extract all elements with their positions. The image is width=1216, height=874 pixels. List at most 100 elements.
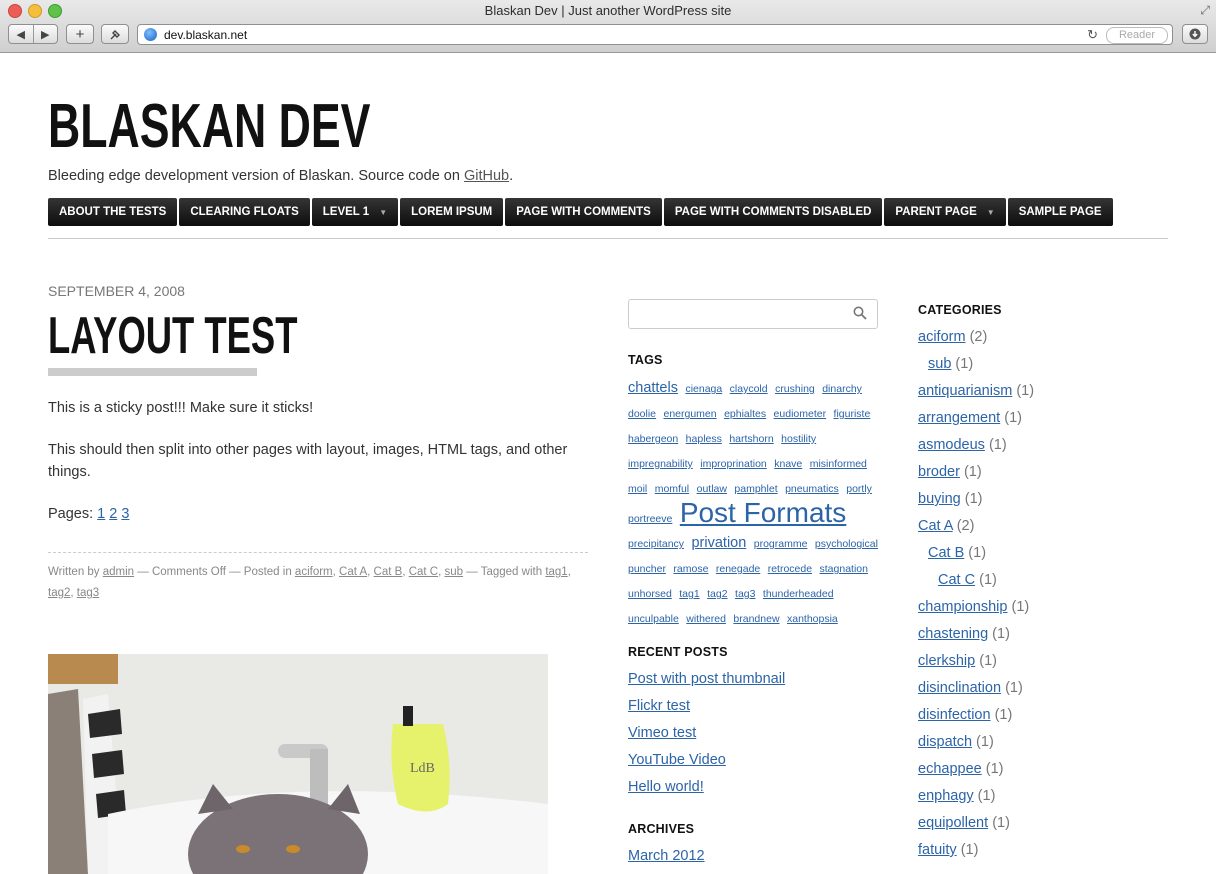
tag-cloud-link[interactable]: tag2 (707, 588, 727, 600)
tag-cloud-link[interactable]: figuriste (834, 408, 871, 420)
tag-cloud-link[interactable]: ramose (673, 563, 708, 575)
menu-item[interactable]: PARENT PAGE ▼ (884, 198, 1006, 226)
tag-cloud-link[interactable]: pneumatics (785, 483, 839, 495)
tag-cloud-link[interactable]: outlaw (697, 483, 727, 495)
category-link[interactable]: disinclination (918, 680, 1001, 696)
menu-item[interactable]: PAGE WITH COMMENTS (505, 198, 662, 226)
site-title[interactable]: BLASKAN DEV (48, 92, 370, 162)
category-link[interactable]: Cat B (928, 545, 964, 561)
category-link[interactable]: clerkship (918, 653, 975, 669)
menu-item[interactable]: LEVEL 1 ▼ (311, 198, 399, 226)
category-link[interactable]: enphagy (918, 788, 974, 804)
back-icon[interactable]: ◀ (9, 25, 34, 43)
menu-item[interactable]: ABOUT THE TESTS (48, 198, 178, 226)
tag-cloud-link[interactable]: doolie (628, 408, 656, 420)
search-icon[interactable] (853, 306, 867, 320)
post-title[interactable]: LAYOUT TEST (48, 306, 297, 366)
reader-button[interactable]: Reader (1106, 27, 1168, 44)
tag-cloud-link[interactable]: hartshorn (729, 433, 773, 445)
menu-item[interactable]: CLEARING FLOATS (179, 198, 310, 226)
forward-icon[interactable]: ▶ (34, 25, 58, 43)
tag-cloud-link[interactable]: thunderheaded (763, 588, 834, 600)
resize-icon[interactable]: ⤢ (1200, 3, 1210, 18)
recent-post-link[interactable]: Flickr test (628, 698, 690, 714)
category-link[interactable]: sub (445, 566, 464, 578)
tag-cloud-link[interactable]: withered (686, 613, 726, 625)
tag-link[interactable]: tag1 (545, 566, 567, 578)
tag-cloud-link[interactable]: precipitancy (628, 538, 684, 550)
address-bar[interactable]: dev.blaskan.net ↻ Reader (137, 24, 1173, 45)
category-link[interactable]: aciform (918, 329, 966, 345)
tag-cloud-link[interactable]: unculpable (628, 613, 679, 625)
tag-cloud-link[interactable]: energumen (663, 408, 716, 420)
page-link[interactable]: 1 (97, 506, 105, 522)
category-link[interactable]: aciform (295, 566, 333, 578)
tag-cloud-link[interactable]: brandnew (733, 613, 779, 625)
tag-link[interactable]: tag3 (77, 587, 99, 599)
page-link[interactable]: 3 (121, 506, 129, 522)
tag-cloud-link[interactable]: puncher (628, 563, 666, 575)
reload-icon[interactable]: ↻ (1087, 27, 1098, 43)
tag-cloud-link[interactable]: chattels (628, 380, 678, 396)
tag-cloud-link[interactable]: improprination (700, 458, 767, 470)
category-link[interactable]: equipollent (918, 815, 988, 831)
category-link[interactable]: Cat C (938, 572, 975, 588)
tag-cloud-link[interactable]: privation (691, 535, 746, 551)
category-link[interactable]: sub (928, 356, 951, 372)
menu-item-label: PARENT PAGE (895, 206, 977, 218)
menu-item[interactable]: PAGE WITH COMMENTS DISABLED (663, 198, 883, 226)
category-link[interactable]: Cat C (409, 566, 438, 578)
tag-cloud-link[interactable]: ephialtes (724, 408, 766, 420)
category-link[interactable]: disinfection (918, 707, 991, 723)
tag-cloud-link[interactable]: momful (655, 483, 689, 495)
tag-cloud-link[interactable]: pamphlet (734, 483, 777, 495)
tag-cloud-link[interactable]: retrocede (768, 563, 812, 575)
tag-cloud-link[interactable]: Post Formats (680, 497, 846, 528)
tag-cloud-link[interactable]: knave (774, 458, 802, 470)
search-input[interactable] (628, 299, 878, 329)
tag-cloud-link[interactable]: programme (754, 538, 808, 550)
category-link[interactable]: championship (918, 599, 1007, 615)
category-link[interactable]: chastening (918, 626, 988, 642)
category-link[interactable]: Cat A (918, 518, 953, 534)
category-link[interactable]: arrangement (918, 410, 1000, 426)
add-tab-icon[interactable]: + (66, 24, 94, 44)
tag-cloud-link[interactable]: psychological (815, 538, 878, 550)
tag-cloud-link[interactable]: habergeon (628, 433, 678, 445)
page-link[interactable]: 2 (109, 506, 117, 522)
url-text[interactable]: dev.blaskan.net (164, 28, 247, 42)
tools-icon[interactable] (101, 24, 129, 44)
category-link[interactable]: echappee (918, 761, 982, 777)
recent-post-link[interactable]: Hello world! (628, 779, 704, 795)
tag-link[interactable]: tag2 (48, 587, 70, 599)
category-link[interactable]: buying (918, 491, 961, 507)
category-link[interactable]: fatuity (918, 842, 957, 858)
tag-cloud-link[interactable]: dinarchy (822, 383, 862, 395)
recent-post-link[interactable]: Vimeo test (628, 725, 696, 741)
tag-cloud-link[interactable]: tag1 (679, 588, 699, 600)
tag-cloud-link[interactable]: hapless (686, 433, 722, 445)
tag-cloud-link[interactable]: renegade (716, 563, 760, 575)
category-link[interactable]: Cat A (339, 566, 367, 578)
tag-cloud-link[interactable]: tag3 (735, 588, 755, 600)
menu-item[interactable]: SAMPLE PAGE (1007, 198, 1113, 226)
downloads-icon[interactable] (1182, 24, 1208, 44)
recent-post-link[interactable]: YouTube Video (628, 752, 726, 768)
tag-cloud-link[interactable]: xanthopsia (787, 613, 838, 625)
category-link[interactable]: Cat B (374, 566, 403, 578)
category-link[interactable]: antiquarianism (918, 383, 1012, 399)
github-link[interactable]: GitHub (464, 168, 509, 184)
recent-post-link[interactable]: Post with post thumbnail (628, 671, 785, 687)
author-link[interactable]: admin (103, 566, 134, 578)
menu-item[interactable]: LOREM IPSUM (400, 198, 504, 226)
tag-cloud-link[interactable]: cienaga (685, 383, 722, 395)
tag-cloud-link[interactable]: misinformed (810, 458, 867, 470)
tag-cloud-link[interactable]: claycold (730, 383, 768, 395)
tag-cloud-link[interactable]: crushing (775, 383, 815, 395)
category-link[interactable]: broder (918, 464, 960, 480)
category-link[interactable]: asmodeus (918, 437, 985, 453)
archive-link[interactable]: March 2012 (628, 848, 705, 864)
category-link[interactable]: dispatch (918, 734, 972, 750)
tag-cloud-link[interactable]: moil (628, 483, 647, 495)
tag-cloud-link[interactable]: eudiometer (774, 408, 827, 420)
